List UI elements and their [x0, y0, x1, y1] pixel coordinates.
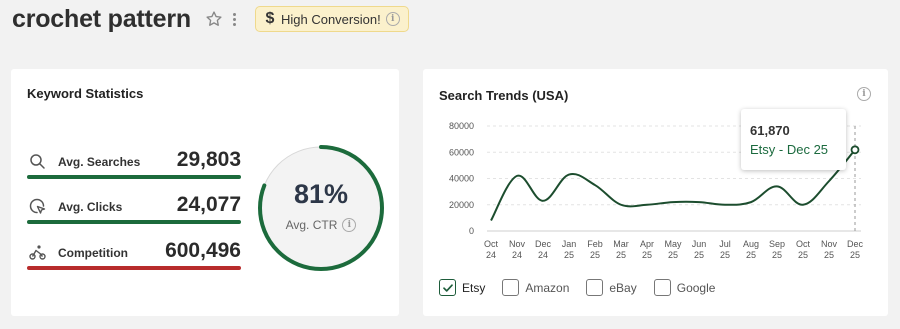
hover-point-marker	[850, 145, 860, 155]
x-tick-label: 25	[746, 250, 756, 260]
x-tick-label: 24	[486, 250, 496, 260]
page-title: crochet pattern	[12, 4, 191, 33]
legend-label: Google	[676, 280, 716, 295]
stat-bar	[27, 220, 241, 224]
x-tick-label: Oct	[484, 239, 499, 249]
x-tick-label: Dec	[535, 239, 552, 249]
y-tick-label: 20000	[449, 200, 474, 210]
x-tick-label: Feb	[587, 239, 603, 249]
avg-ctr-gauge: 81% Avg. CTR i	[255, 142, 387, 274]
click-icon	[29, 198, 46, 215]
y-tick-label: 0	[469, 226, 474, 236]
x-tick-label: 25	[720, 250, 730, 260]
legend-item-amazon[interactable]: Amazon	[502, 279, 569, 296]
x-tick-label: Nov	[821, 239, 838, 249]
stat-label: Avg. Clicks	[58, 200, 123, 214]
legend-item-google[interactable]: Google	[653, 279, 716, 296]
x-tick-label: Jul	[719, 239, 731, 249]
x-tick-label: 24	[538, 250, 548, 260]
x-tick-label: 25	[616, 250, 626, 260]
x-tick-label: 25	[798, 250, 808, 260]
x-tick-label: 25	[590, 250, 600, 260]
stat-avg-clicks: Avg. Clicks 24,077	[27, 191, 241, 224]
y-tick-label: 80000	[449, 121, 474, 131]
card-title: Keyword Statistics	[27, 86, 144, 101]
legend-label: Amazon	[525, 280, 570, 295]
x-tick-label: 25	[642, 250, 652, 260]
x-tick-label: Sep	[769, 239, 785, 249]
chart-legend: Etsy Amazon eBay Google	[439, 279, 732, 296]
checkbox[interactable]	[653, 279, 671, 296]
search-icon	[29, 153, 46, 170]
x-tick-label: 24	[512, 250, 522, 260]
stat-bar	[27, 175, 241, 179]
stat-avg-searches: Avg. Searches 29,803	[27, 146, 241, 179]
more-options-icon[interactable]	[231, 10, 239, 28]
ctr-value: 81%	[293, 179, 349, 209]
x-tick-label: Nov	[509, 239, 526, 249]
tooltip-series-point: Etsy - Dec 25	[750, 142, 829, 157]
x-tick-label: Mar	[613, 239, 629, 249]
legend-item-etsy[interactable]: Etsy	[439, 279, 485, 296]
stat-competition: Competition 600,496	[27, 237, 241, 270]
x-tick-label: Jun	[692, 239, 707, 249]
x-tick-label: 25	[772, 250, 782, 260]
stat-value: 29,803	[176, 148, 241, 171]
star-icon[interactable]	[205, 10, 223, 28]
info-icon[interactable]: i	[342, 218, 357, 232]
legend-item-ebay[interactable]: eBay	[586, 279, 637, 296]
x-tick-label: 25	[850, 250, 860, 260]
x-tick-label: 25	[694, 250, 704, 260]
tooltip-value: 61,870	[750, 123, 790, 138]
checkmark-icon	[442, 283, 453, 292]
chart-tooltip: 61,870 Etsy - Dec 25	[741, 109, 846, 170]
conversion-badge: $ High Conversion! i	[254, 6, 409, 32]
checkbox[interactable]	[502, 279, 520, 296]
y-tick-label: 60000	[449, 147, 474, 157]
stat-bar	[27, 266, 241, 270]
badge-label: High Conversion!	[280, 11, 381, 27]
keyword-statistics-card: Keyword Statistics Avg. Searches 29,803 …	[11, 69, 399, 316]
stat-label: Competition	[58, 246, 128, 260]
checkbox[interactable]	[439, 279, 456, 296]
stat-value: 600,496	[165, 239, 241, 262]
checkbox[interactable]	[586, 279, 604, 296]
legend-label: eBay	[609, 280, 637, 295]
ctr-label: Avg. CTR	[285, 218, 338, 232]
x-tick-label: Dec	[847, 239, 864, 249]
x-tick-label: Oct	[796, 239, 811, 249]
stat-value: 24,077	[176, 193, 241, 216]
y-tick-label: 40000	[449, 174, 474, 184]
x-tick-label: May	[664, 239, 682, 249]
competition-icon	[29, 244, 46, 261]
stat-label: Avg. Searches	[58, 155, 141, 169]
search-trends-card: Search Trends (USA) i 0 20000 40000 60000 80…	[423, 69, 888, 316]
page-header: crochet pattern $ High Conversion! i	[12, 4, 409, 34]
info-icon[interactable]: i	[385, 12, 400, 26]
legend-label: Etsy	[462, 280, 486, 295]
x-tick-label: Apr	[640, 239, 654, 249]
dollar-icon: $	[265, 10, 275, 27]
ctr-label-row: Avg. CTR i	[255, 218, 387, 232]
x-tick-label: Jan	[562, 239, 577, 249]
x-tick-label: 25	[668, 250, 678, 260]
x-tick-label: 25	[824, 250, 834, 260]
x-tick-label: 25	[564, 250, 574, 260]
x-tick-label: Aug	[743, 239, 759, 249]
